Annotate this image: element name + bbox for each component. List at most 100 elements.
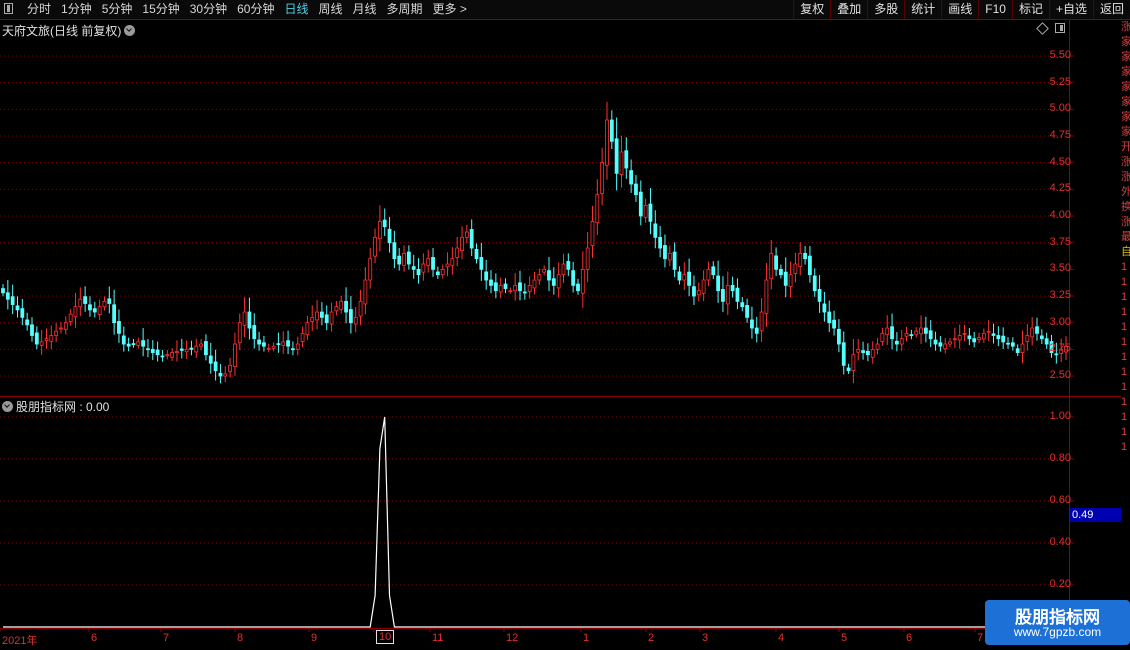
candle-body: [580, 268, 585, 294]
side-panel-text: 1: [1121, 336, 1128, 348]
candle-body: [131, 343, 136, 346]
candle-body: [653, 223, 658, 238]
y-tick-label: 2.50: [1049, 369, 1071, 382]
candle-body: [257, 339, 261, 345]
indicator-line: [3, 416, 1091, 628]
candle-body: [522, 291, 527, 294]
chevron-down-icon[interactable]: [2, 401, 13, 412]
candle-body: [228, 364, 232, 372]
candle-body: [605, 119, 609, 166]
candle-body: [948, 341, 952, 345]
candle-body: [687, 271, 692, 286]
candle-body: [865, 350, 870, 356]
candle-body: [242, 311, 247, 326]
candle-body: [194, 345, 199, 353]
side-panel-text: 涨: [1121, 171, 1130, 183]
candle-body: [595, 194, 600, 224]
candle-body: [397, 255, 402, 265]
candle-body: [638, 191, 643, 217]
candle-body: [769, 252, 774, 280]
candle-body: [754, 327, 759, 334]
candle-body: [996, 335, 1001, 340]
candle-body: [233, 343, 237, 368]
candle-body: [112, 304, 117, 324]
candle-body: [692, 286, 696, 297]
candle-body: [677, 271, 682, 281]
candle-body: [730, 284, 735, 292]
y-tick-label: 4.25: [1049, 182, 1071, 195]
side-panel-text: 1: [1121, 321, 1128, 333]
candle-body: [629, 170, 634, 185]
y-tick-label: 4.75: [1049, 129, 1071, 141]
candle-body: [266, 347, 271, 350]
candle-body: [696, 290, 701, 296]
candle-body: [155, 349, 160, 356]
candle-body: [875, 343, 880, 350]
candle-body: [518, 282, 522, 292]
candle-body: [199, 343, 204, 347]
y-tick-label: 3.25: [1049, 289, 1071, 302]
candle-body: [300, 332, 305, 342]
candle-body: [1039, 335, 1044, 340]
candle-body: [474, 248, 479, 260]
candle-body: [49, 335, 54, 342]
candle-body: [329, 311, 334, 325]
candle-body: [440, 268, 445, 276]
candle-body: [489, 279, 493, 286]
candle-body: [411, 266, 416, 270]
candle-body: [175, 351, 179, 353]
candle-body: [455, 247, 460, 258]
candle-body: [484, 271, 489, 281]
candle-body: [136, 341, 141, 346]
candle-body: [716, 275, 721, 292]
candle-body: [914, 330, 919, 335]
candle-body: [735, 287, 740, 302]
candle-body: [793, 263, 798, 274]
candle-body: [928, 330, 933, 340]
candle-body: [817, 289, 822, 302]
candle-body: [382, 219, 387, 228]
candle-body: [957, 335, 962, 341]
candle-body: [102, 300, 107, 308]
candle-body: [30, 324, 34, 336]
candle-body: [711, 266, 716, 276]
side-panel-text: 1: [1121, 276, 1128, 288]
x-tick-label: 1: [583, 632, 590, 644]
candle-body: [15, 305, 20, 311]
candle-body: [295, 343, 300, 350]
candle-body: [426, 258, 431, 266]
x-tick-label: 10: [376, 630, 395, 644]
candle-body: [1006, 342, 1010, 345]
candle-body: [938, 342, 943, 347]
candle-body: [348, 309, 353, 324]
candle-body: [387, 228, 392, 244]
candle-body: [856, 348, 861, 353]
candle-body: [779, 268, 783, 276]
y-tick-label: 3.50: [1049, 262, 1071, 275]
candle-body: [141, 340, 146, 347]
candle-body: [663, 245, 667, 260]
candle-body: [1030, 327, 1035, 338]
side-panel-text: 换: [1121, 201, 1130, 213]
candle-body: [435, 271, 440, 276]
indicator-current-value: 0.49: [1070, 508, 1121, 522]
watermark-url: www.7gpzb.com: [1013, 625, 1102, 639]
candle-body: [745, 305, 749, 318]
candle-body: [547, 270, 551, 281]
candle-body: [527, 284, 532, 292]
candle-body: [213, 361, 218, 372]
candle-body: [63, 322, 68, 330]
candle-body: [880, 332, 885, 342]
x-tick-label: 12: [506, 632, 519, 644]
chart-canvas: [0, 55, 1091, 632]
candle-body: [904, 332, 909, 337]
candle-body: [25, 319, 30, 326]
candle-body: [315, 311, 319, 321]
candle-body: [899, 338, 904, 345]
candle-body: [305, 322, 310, 336]
y-tick-label: 2.75: [1049, 342, 1071, 355]
candle-body: [812, 275, 817, 292]
side-panel-text: 1: [1121, 366, 1128, 378]
candle-body: [556, 274, 561, 289]
x-tick-label: 11: [432, 632, 444, 644]
